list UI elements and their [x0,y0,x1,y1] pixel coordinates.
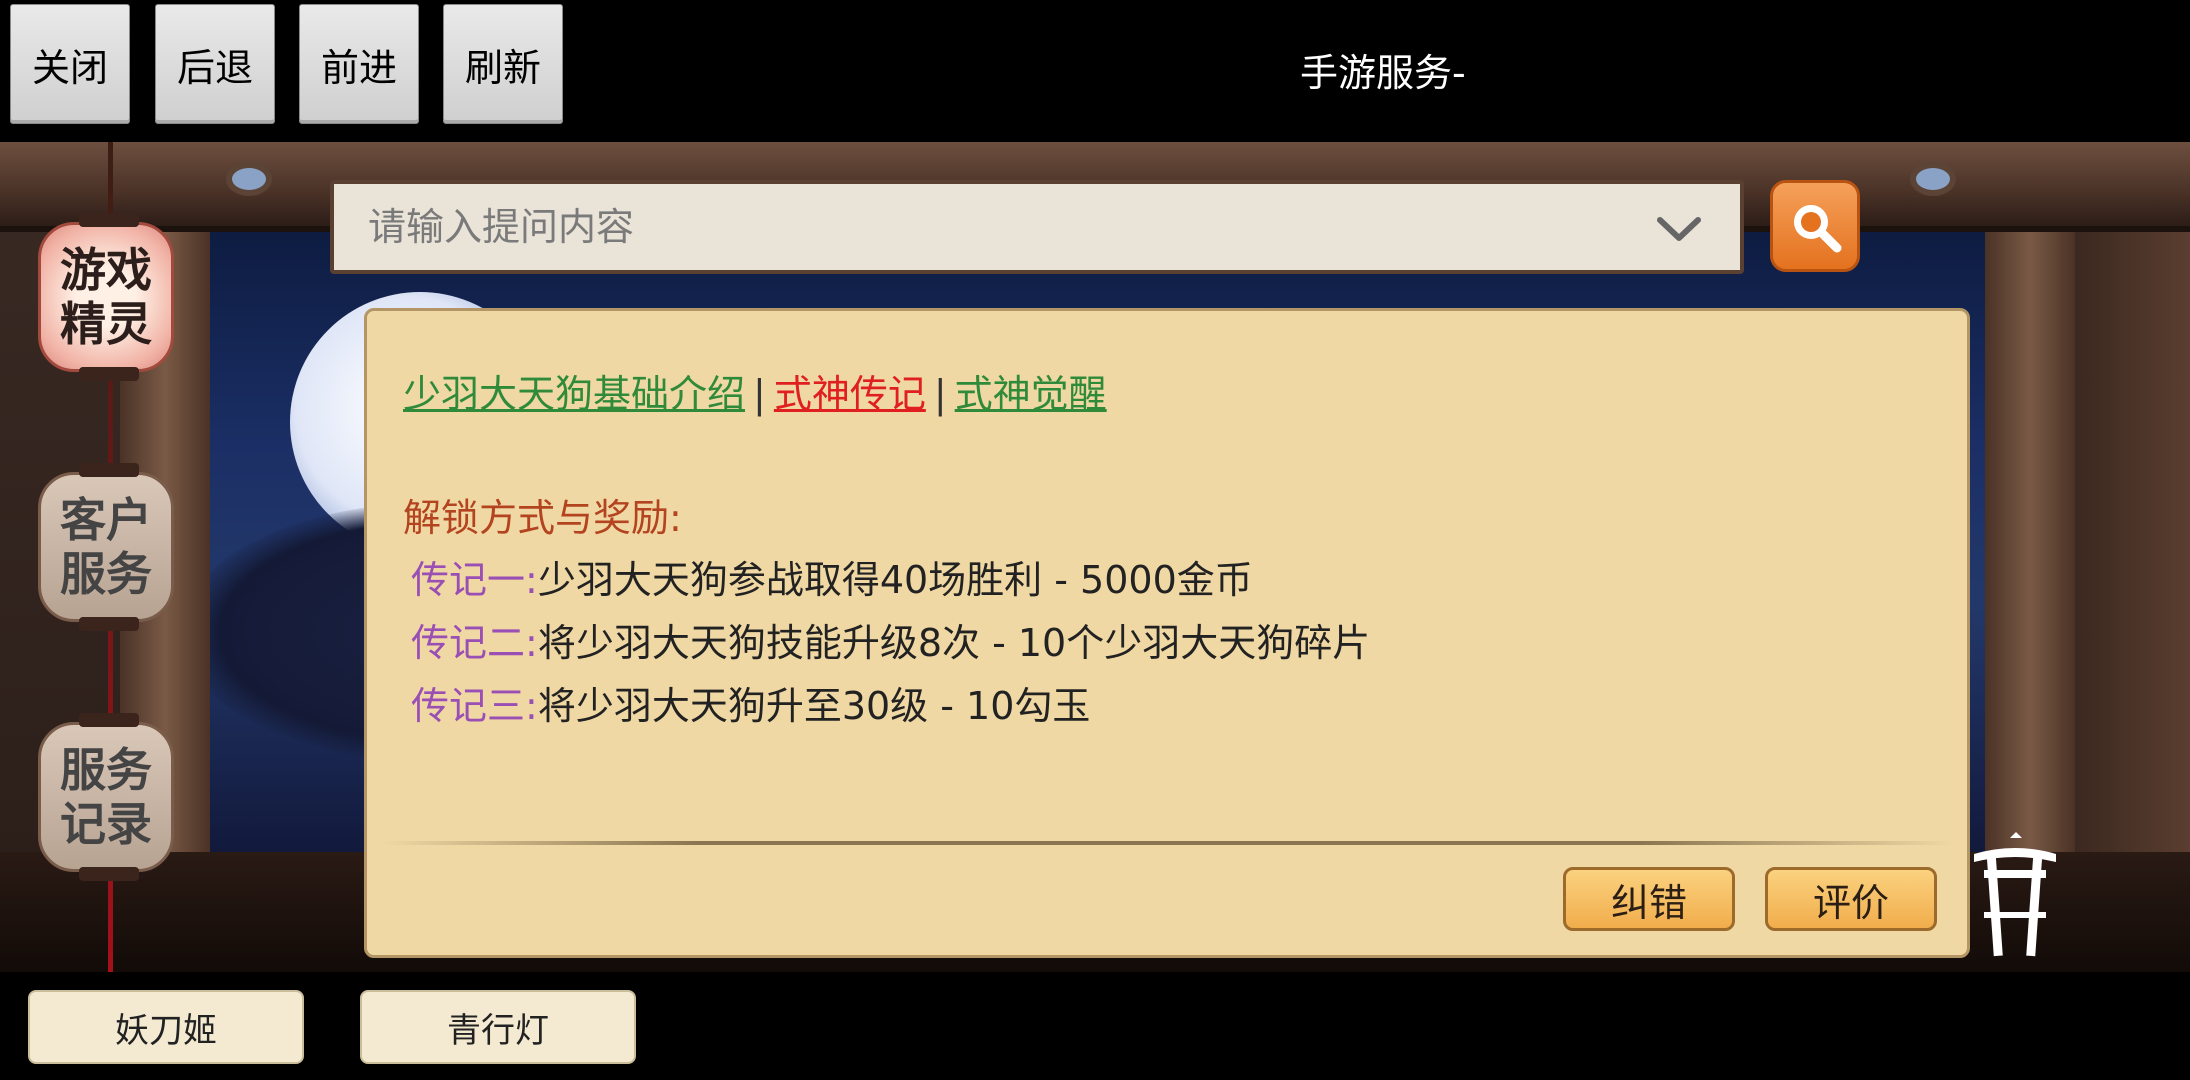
correct-error-button[interactable]: 纠错 [1563,867,1735,931]
search-icon [1794,205,1842,253]
answer-panel: 少羽大天狗基础介绍 | 式神传记 | 式神觉醒 解锁方式与奖励: 传记一:少羽大天狗参战… [364,308,1970,958]
sidebar-item-service-records[interactable]: 服务记录 [38,713,174,881]
biography-label: 传记三: [411,684,538,728]
top-toolbar: 关闭 后退 前进 刷新 手游服务- [0,0,2190,142]
refresh-button[interactable]: 刷新 [443,4,563,124]
beam-ornament [226,162,272,196]
link-separator: | [753,372,766,416]
page-title: 手游服务- [1300,51,1466,95]
sidebar-item-label: 服务记录 [60,743,152,851]
link-shikigami-biography[interactable]: 式神传记 [774,372,926,416]
biography-row: 传记三:将少羽大天狗升至30级 - 10勾玉 [411,675,1090,730]
lantern-cap [79,867,139,881]
back-button[interactable]: 后退 [155,4,275,124]
divider [383,841,1953,845]
search-bar [330,180,1744,274]
biography-label: 传记一: [411,558,538,602]
biography-text: 少羽大天狗参战取得40场胜利 - 5000金币 [537,558,1253,602]
link-separator: | [933,372,947,416]
link-basic-intro[interactable]: 少羽大天狗基础介绍 [403,372,745,416]
bottom-bar: 妖刀姬 青行灯 [0,972,2190,1080]
biography-row: 传记二:将少羽大天狗技能升级8次 - 10个少羽大天狗碎片 [411,612,1370,667]
topic-links: 少羽大天狗基础介绍 | 式神传记 | 式神觉醒 [403,363,1107,418]
lantern-cap [79,367,139,381]
sidebar-item-game-spirit[interactable]: 游戏精灵 [38,213,174,381]
lantern-cap [79,213,139,227]
biography-text: 将少羽大天狗技能升级8次 - 10个少羽大天狗碎片 [537,621,1371,665]
quick-question-button[interactable]: 妖刀姬 [28,990,304,1064]
rate-button[interactable]: 评价 [1765,867,1937,931]
biography-row: 传记一:少羽大天狗参战取得40场胜利 - 5000金币 [411,549,1253,604]
beam-ornament [1910,162,1956,196]
right-wall [2075,202,2190,902]
lantern-cap [79,617,139,631]
lantern-cap [79,713,139,727]
sidebar-item-label: 客户服务 [60,493,152,601]
close-button[interactable]: 关闭 [10,4,130,124]
sidebar-item-label: 游戏精灵 [60,243,152,351]
lantern-cap [79,463,139,477]
search-button[interactable] [1770,180,1860,272]
chevron-down-icon[interactable] [1654,204,1704,254]
forward-button[interactable]: 前进 [299,4,419,124]
quick-question-button[interactable]: 青行灯 [360,990,636,1064]
sidebar-item-customer-service[interactable]: 客户服务 [38,463,174,631]
biography-text: 将少羽大天狗升至30级 - 10勾玉 [537,684,1091,728]
search-input[interactable] [368,205,1568,249]
link-shikigami-awakening[interactable]: 式神觉醒 [955,372,1107,416]
section-title: 解锁方式与奖励: [403,496,682,540]
biography-label: 传记二: [411,621,538,665]
